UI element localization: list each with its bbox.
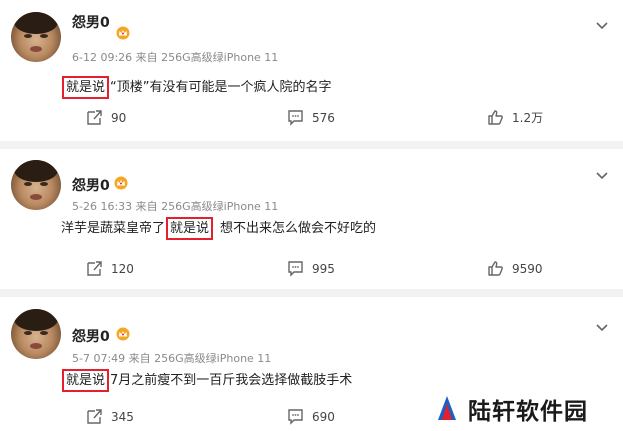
post-card: 怨男0 6-12 09:26 来自 256G高级绿iPhone 11 就是说 “顶… <box>0 0 623 141</box>
like-button[interactable]: 9590 <box>487 260 543 277</box>
comment-button[interactable]: 995 <box>287 260 335 277</box>
chevron-down-icon[interactable] <box>596 317 608 332</box>
repost-count: 120 <box>111 261 134 276</box>
repost-button[interactable]: 345 <box>86 408 134 425</box>
post-content: 就是说 7月之前瘦不到一百斤我会选择做截肢手术 <box>61 369 352 392</box>
content-suffix: 7月之前瘦不到一百斤我会选择做截肢手术 <box>110 373 353 388</box>
comment-count: 576 <box>312 110 335 125</box>
highlight-box: 就是说 <box>62 76 110 99</box>
repost-icon <box>87 409 102 424</box>
post-card: 怨男0 5-26 16:33 来自 256G高级绿iPhone 11 洋芋是蔬菜… <box>0 149 623 289</box>
like-count: 1.2万 <box>512 111 544 125</box>
content-suffix: 想不出来怎么做会不好吃的 <box>220 221 377 236</box>
avatar[interactable] <box>11 12 61 62</box>
thumbs-up-icon <box>488 110 503 125</box>
username[interactable]: 怨男0 <box>72 12 110 32</box>
chevron-down-icon[interactable] <box>596 15 608 30</box>
repost-count: 345 <box>111 409 134 424</box>
comment-count: 690 <box>312 409 335 424</box>
post-content: 洋芋是蔬菜皇帝了 就是说 想不出来怎么做会不好吃的 <box>61 217 376 240</box>
content-prefix: 洋芋是蔬菜皇帝了 <box>61 221 166 236</box>
highlight-box: 就是说 <box>62 369 110 392</box>
comment-button[interactable]: 576 <box>287 109 335 126</box>
comment-icon <box>288 409 303 425</box>
comment-button[interactable]: 690 <box>287 408 335 425</box>
username[interactable]: 怨男0 <box>72 175 110 195</box>
post-content: 就是说 “顶楼”有没有可能是一个疯人院的名字 <box>61 76 332 99</box>
watermark: 陆轩软件园 <box>430 386 623 431</box>
comment-icon <box>288 261 303 277</box>
post-meta: 6-12 09:26 来自 256G高级绿iPhone 11 <box>72 51 279 64</box>
like-count: 9590 <box>512 261 543 276</box>
repost-button[interactable]: 90 <box>86 109 126 126</box>
avatar[interactable] <box>11 309 61 359</box>
comment-count: 995 <box>312 261 335 276</box>
repost-button[interactable]: 120 <box>86 260 134 277</box>
watermark-text: 陆轩软件园 <box>468 397 588 425</box>
thumbs-up-icon <box>488 261 503 276</box>
repost-icon <box>87 261 102 276</box>
highlight-box: 就是说 <box>166 217 214 240</box>
watermark-logo-icon <box>438 395 456 420</box>
like-button[interactable]: 1.2万 <box>487 109 543 126</box>
chevron-down-icon[interactable] <box>596 165 608 180</box>
vip-crown-icon <box>116 26 130 40</box>
repost-icon <box>87 110 102 125</box>
vip-crown-icon <box>116 327 130 341</box>
comment-icon <box>288 110 303 126</box>
vip-crown-icon <box>114 176 128 190</box>
repost-count: 90 <box>111 110 127 125</box>
post-meta: 5-7 07:49 来自 256G高级绿iPhone 11 <box>72 352 272 365</box>
avatar[interactable] <box>11 160 61 210</box>
post-meta: 5-26 16:33 来自 256G高级绿iPhone 11 <box>72 200 279 213</box>
content-suffix: “顶楼”有没有可能是一个疯人院的名字 <box>110 80 332 95</box>
username[interactable]: 怨男0 <box>72 326 110 346</box>
